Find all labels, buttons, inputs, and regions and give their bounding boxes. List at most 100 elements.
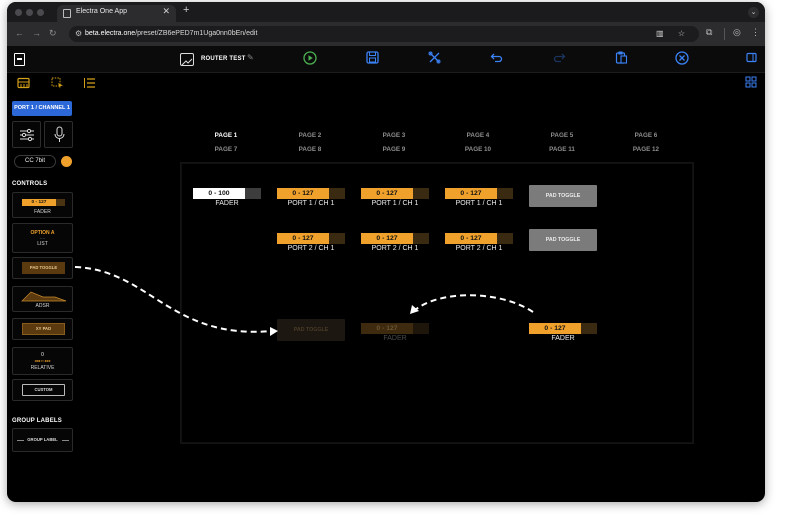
color-picker-dot[interactable] bbox=[61, 156, 72, 167]
edit-name-icon[interactable]: ✎ bbox=[247, 53, 254, 62]
controls-view-icon[interactable] bbox=[17, 77, 30, 92]
tab-page-6[interactable]: PAGE 6 bbox=[621, 132, 671, 139]
controls-section-title: CONTROLS bbox=[12, 181, 48, 187]
redo-icon[interactable] bbox=[553, 51, 566, 68]
fader-value: 0 - 127 bbox=[277, 233, 329, 244]
extensions-icon[interactable]: ⧉ bbox=[706, 27, 712, 38]
midi-learn-button[interactable] bbox=[44, 121, 73, 148]
window-close-dot[interactable] bbox=[15, 9, 22, 16]
fader-control[interactable]: 0 - 100 FADER bbox=[193, 186, 261, 210]
sidebar-toggle-icon[interactable] bbox=[746, 51, 757, 67]
electra-logo-icon[interactable] bbox=[14, 53, 25, 66]
url-host: beta.electra.one bbox=[85, 30, 136, 37]
address-toolbar: ← → ↻ ⚙ beta.electra.one/preset/ZB6ePED7… bbox=[7, 22, 765, 46]
toolbar-divider bbox=[724, 28, 725, 40]
fader-value: 0 - 127 bbox=[361, 188, 413, 199]
run-icon[interactable] bbox=[303, 51, 317, 69]
forward-icon[interactable]: → bbox=[32, 28, 41, 38]
pad-toggle-control[interactable]: PAD TOGGLE bbox=[529, 185, 597, 207]
relative-tile[interactable]: 0 ◂◂◂ ▪▪ ▸▸▸ RELATIVE bbox=[12, 347, 73, 375]
tab-page-3[interactable]: PAGE 3 bbox=[369, 132, 419, 139]
tab-page-8[interactable]: PAGE 8 bbox=[285, 146, 335, 153]
fader-dragged-control[interactable]: 0 - 127 FADER bbox=[529, 321, 597, 345]
paste-icon[interactable] bbox=[615, 51, 628, 68]
port1-fader-control[interactable]: 0 - 127 PORT 1 / CH 1 bbox=[361, 186, 429, 210]
favicon-icon bbox=[63, 9, 71, 18]
pad-toggle-control[interactable]: PAD TOGGLE bbox=[529, 229, 597, 251]
tab-page-10[interactable]: PAGE 10 bbox=[453, 146, 503, 153]
fader-label: PORT 1 / CH 1 bbox=[455, 200, 503, 207]
list-tile-label: LIST bbox=[37, 241, 48, 247]
fader-label: PORT 2 / CH 1 bbox=[371, 245, 419, 252]
adsr-envelope-icon bbox=[21, 291, 67, 302]
browser-menu-icon[interactable]: ⋮ bbox=[751, 27, 760, 38]
fader-value: 0 - 127 bbox=[445, 233, 497, 244]
xy-pad-tile[interactable]: XY PAD bbox=[12, 318, 73, 340]
fader-label: PORT 1 / CH 1 bbox=[371, 200, 419, 207]
fader-drop-preview[interactable]: 0 - 127 FADER bbox=[361, 321, 429, 345]
group-labels-title: GROUP LABELS bbox=[12, 418, 62, 424]
port1-fader-control[interactable]: 0 - 127 PORT 1 / CH 1 bbox=[277, 186, 345, 210]
sliders-button[interactable] bbox=[12, 121, 41, 148]
bookmark-star-icon[interactable]: ▥ ☆ bbox=[656, 29, 691, 38]
port1-fader-control[interactable]: 0 - 127 PORT 1 / CH 1 bbox=[445, 186, 513, 210]
cc-mode-pill[interactable]: CC 7bit bbox=[14, 155, 56, 168]
port2-fader-control[interactable]: 0 - 127 PORT 2 / CH 1 bbox=[277, 231, 345, 255]
port2-fader-control[interactable]: 0 - 127 PORT 2 / CH 1 bbox=[361, 231, 429, 255]
save-icon[interactable] bbox=[366, 51, 379, 68]
reload-icon[interactable]: ↻ bbox=[49, 28, 57, 39]
list-tile[interactable]: OPTION A .... LIST bbox=[12, 223, 73, 253]
custom-tile-value: CUSTOM bbox=[22, 384, 65, 396]
window-minimize-dot[interactable] bbox=[26, 9, 33, 16]
address-bar[interactable]: ⚙ beta.electra.one/preset/ZB6ePED7m1Uga0… bbox=[69, 26, 699, 42]
fader-label: PORT 2 / CH 1 bbox=[287, 245, 335, 252]
tab-page-12[interactable]: PAGE 12 bbox=[621, 146, 671, 153]
custom-tile[interactable]: CUSTOM bbox=[12, 379, 73, 401]
back-icon[interactable]: ← bbox=[15, 28, 24, 38]
browser-window: Electra One App ✕ + ⌄ ← → ↻ ⚙ beta.elect… bbox=[7, 2, 765, 502]
tab-close-icon[interactable]: ✕ bbox=[162, 6, 170, 17]
tab-page-9[interactable]: PAGE 9 bbox=[369, 146, 419, 153]
url-path: /preset/ZB6ePED7m1Uga0nn0bEn/edit bbox=[135, 30, 258, 37]
preset-name[interactable]: ROUTER TEST bbox=[201, 56, 246, 62]
fader-value: 0 - 127 bbox=[277, 188, 329, 199]
pad-toggle-tile-value: PAD TOGGLE bbox=[22, 262, 65, 274]
port-channel-selector[interactable]: PORT 1 / CHANNEL 1 bbox=[12, 101, 72, 116]
pad-toggle-tile[interactable]: PAD TOGGLE bbox=[12, 257, 73, 279]
grid-view-icon[interactable] bbox=[745, 76, 757, 91]
tab-search-button[interactable]: ⌄ bbox=[748, 7, 759, 18]
close-icon[interactable] bbox=[675, 51, 689, 69]
fader-tile[interactable]: 0 - 127 FADER bbox=[12, 192, 73, 218]
tab-page-4[interactable]: PAGE 4 bbox=[453, 132, 503, 139]
tools-icon[interactable] bbox=[428, 51, 441, 68]
window-zoom-dot[interactable] bbox=[37, 9, 44, 16]
tab-page-5[interactable]: PAGE 5 bbox=[537, 132, 587, 139]
site-settings-icon[interactable]: ⚙ bbox=[75, 29, 82, 38]
tab-title: Electra One App bbox=[76, 8, 127, 15]
tab-page-11[interactable]: PAGE 11 bbox=[537, 146, 587, 153]
fader-tile-track bbox=[56, 199, 65, 206]
fader-label: FADER bbox=[383, 335, 407, 342]
pad-toggle-drop-preview[interactable]: PAD TOGGLE bbox=[277, 319, 345, 341]
adsr-tile[interactable]: ADSR bbox=[12, 286, 73, 312]
undo-icon[interactable] bbox=[490, 51, 503, 68]
profile-icon[interactable]: ◎ bbox=[733, 27, 741, 38]
tab-page-7[interactable]: PAGE 7 bbox=[201, 146, 251, 153]
group-label-tile[interactable]: GROUP LABEL bbox=[12, 428, 73, 452]
port2-fader-control[interactable]: 0 - 127 PORT 2 / CH 1 bbox=[445, 231, 513, 255]
browser-tab[interactable]: Electra One App ✕ bbox=[57, 5, 176, 22]
xy-pad-tile-value: XY PAD bbox=[22, 323, 65, 335]
list-view-icon[interactable] bbox=[83, 77, 96, 92]
fader-value: 0 - 127 bbox=[529, 323, 581, 334]
url-text: beta.electra.one/preset/ZB6ePED7m1Uga0nn… bbox=[85, 30, 257, 37]
tab-page-1[interactable]: PAGE 1 bbox=[201, 132, 251, 139]
fader-label: PORT 2 / CH 1 bbox=[455, 245, 503, 252]
new-tab-button[interactable]: + bbox=[183, 4, 189, 16]
fader-label: PORT 1 / CH 1 bbox=[287, 200, 335, 207]
tab-page-2[interactable]: PAGE 2 bbox=[285, 132, 335, 139]
fader-label: FADER bbox=[551, 335, 575, 342]
select-view-icon[interactable] bbox=[51, 77, 64, 92]
app-header: ROUTER TEST ✎ bbox=[7, 46, 765, 73]
preset-icon bbox=[180, 53, 194, 66]
fader-value: 0 - 127 bbox=[361, 323, 413, 334]
